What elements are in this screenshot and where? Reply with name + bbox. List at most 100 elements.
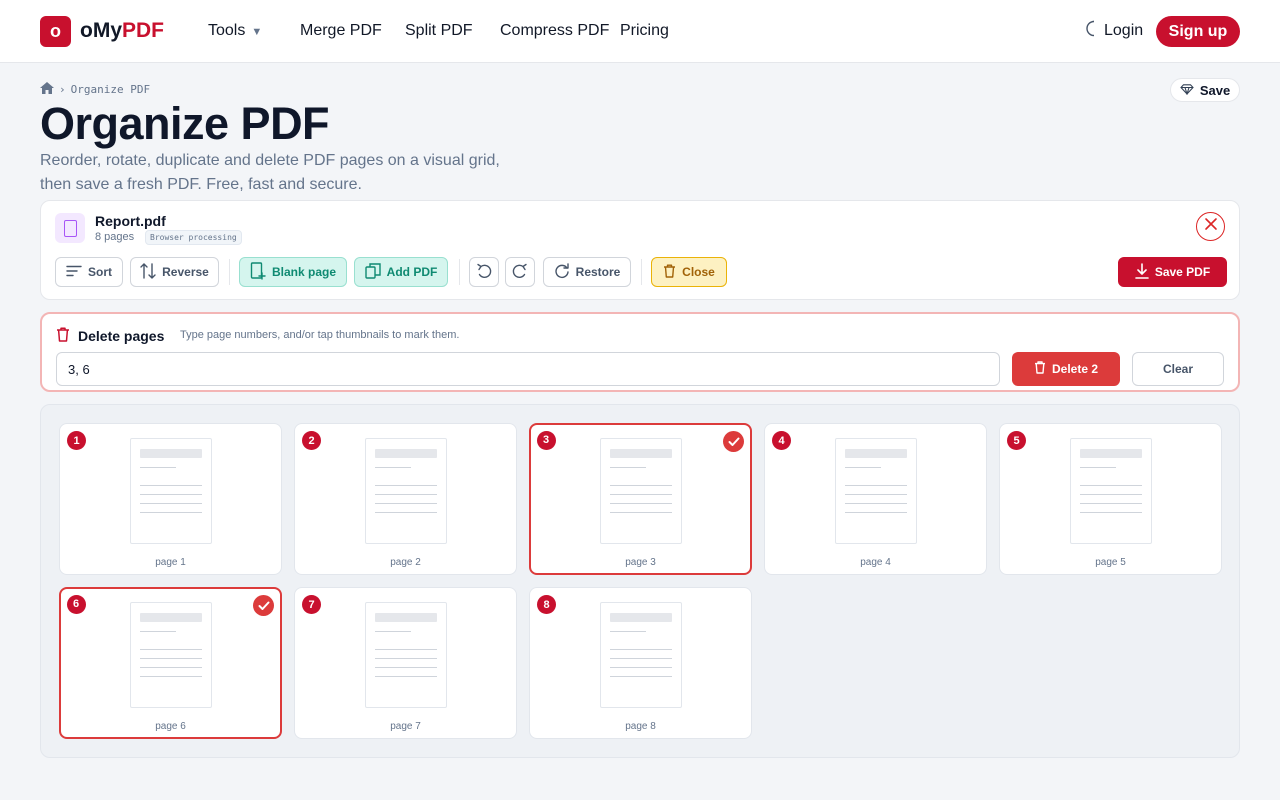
reverse-button[interactable]: Reverse <box>130 257 219 287</box>
logo-text[interactable]: oMyPDF <box>80 19 164 43</box>
page-preview <box>365 438 447 544</box>
file-page-count: 8 pages <box>95 231 135 243</box>
page-number-badge: 1 <box>67 431 86 450</box>
page-preview <box>835 438 917 544</box>
restore-button[interactable]: Restore <box>543 257 631 287</box>
page-number-badge: 5 <box>1007 431 1026 450</box>
delete-pages-panel: Delete pages Type page numbers, and/or t… <box>40 312 1240 392</box>
close-file-button[interactable] <box>1196 212 1225 241</box>
page-preview <box>1070 438 1152 544</box>
rotate-left-button[interactable] <box>469 257 499 287</box>
reverse-label: Reverse <box>162 265 209 279</box>
sort-button[interactable]: Sort <box>55 257 123 287</box>
page-label: page 4 <box>860 557 891 568</box>
moon-icon[interactable] <box>1084 20 1098 42</box>
check-icon <box>253 595 274 616</box>
page-thumbnail[interactable]: 1 page 1 <box>59 423 282 575</box>
diamond-icon <box>1180 83 1194 98</box>
download-icon <box>1135 262 1149 282</box>
home-icon[interactable] <box>40 82 54 97</box>
top-header: o oMyPDF Tools ▼ Merge PDF Split PDF Comp… <box>0 0 1280 63</box>
close-label: Close <box>682 265 715 279</box>
close-button[interactable]: Close <box>651 257 727 287</box>
page-preview <box>129 601 212 708</box>
sort-label: Sort <box>88 265 112 279</box>
nav-split-pdf[interactable]: Split PDF <box>405 22 473 40</box>
rotate-right-button[interactable] <box>505 257 535 287</box>
save-button[interactable]: Save <box>1170 78 1240 102</box>
nav-compress-pdf[interactable]: Compress PDF <box>500 22 609 40</box>
page-number-badge: 4 <box>772 431 791 450</box>
page-thumbnail[interactable]: 5 page 5 <box>999 423 1222 575</box>
delete-panel-title: Delete pages <box>56 327 164 345</box>
save-pdf-button[interactable]: Save PDF <box>1118 257 1227 287</box>
subtitle-line-2: then save a fresh PDF. Free, fast and se… <box>40 176 362 193</box>
page-preview <box>599 437 682 544</box>
logo-mark[interactable]: o <box>40 16 71 47</box>
document-icon <box>55 213 85 243</box>
trash-icon <box>1034 361 1046 377</box>
nav-pricing[interactable]: Pricing <box>620 22 669 40</box>
page-preview <box>600 602 682 708</box>
page-thumbnail[interactable]: 4 page 4 <box>764 423 987 575</box>
page-number-badge: 3 <box>536 430 556 450</box>
logo-text-prefix: oMy <box>80 19 122 42</box>
file-name: Report.pdf <box>95 213 166 229</box>
copy-icon <box>364 262 381 282</box>
page-label: page 5 <box>1095 557 1126 568</box>
breadcrumb: › Organize PDF <box>40 82 150 97</box>
page-thumbnail[interactable]: 3 page 3 <box>529 423 752 575</box>
toolbar-divider <box>459 259 460 285</box>
trash-icon <box>663 264 676 281</box>
chevron-right-icon: › <box>59 83 66 96</box>
login-link[interactable]: Login <box>1084 20 1143 42</box>
toolbar-divider <box>641 259 642 285</box>
page-label: page 1 <box>155 557 186 568</box>
page-numbers-input[interactable] <box>56 352 1000 386</box>
processing-badge: Browser processing <box>145 230 242 245</box>
delete-pages-button[interactable]: Delete 2 <box>1012 352 1120 386</box>
trash-icon <box>56 327 70 345</box>
page-thumbnail[interactable]: 7 page 7 <box>294 587 517 739</box>
close-icon <box>1204 217 1218 236</box>
nav-merge-pdf[interactable]: Merge PDF <box>300 22 382 40</box>
delete-panel-title-text: Delete pages <box>78 328 165 344</box>
page-label: page 2 <box>390 557 421 568</box>
page-label: page 7 <box>390 721 421 732</box>
nav-tools-label: Tools <box>208 22 246 39</box>
logo-text-accent: PDF <box>122 19 164 42</box>
check-icon <box>723 431 744 452</box>
blank-page-icon <box>250 261 266 283</box>
file-card: Report.pdf 8 pages Browser processing So… <box>40 200 1240 300</box>
delete-button-label: Delete 2 <box>1051 362 1099 376</box>
arrows-up-down-icon <box>140 262 156 283</box>
page-label: page 8 <box>625 721 656 732</box>
page-subtitle: Reorder, rotate, duplicate and delete PD… <box>40 149 540 197</box>
nav-tools[interactable]: Tools ▼ <box>208 22 262 40</box>
page-thumbnail[interactable]: 8 page 8 <box>529 587 752 739</box>
page-number-badge: 8 <box>537 595 556 614</box>
add-pdf-button[interactable]: Add PDF <box>354 257 448 287</box>
page-label: page 3 <box>625 556 656 568</box>
subtitle-line-1: Reorder, rotate, duplicate and delete PD… <box>40 152 500 169</box>
save-label: Save <box>1199 82 1231 98</box>
breadcrumb-current: Organize PDF <box>70 83 151 96</box>
page-thumbnail[interactable]: 6 page 6 <box>59 587 282 739</box>
page-preview <box>365 602 447 708</box>
page-number-badge: 6 <box>66 594 86 614</box>
add-pdf-label: Add PDF <box>386 265 438 279</box>
page-label: page 6 <box>155 720 186 732</box>
save-pdf-label: Save PDF <box>1154 265 1211 279</box>
restore-label: Restore <box>575 265 621 279</box>
page-title: Organize PDF <box>40 98 330 149</box>
delete-panel-hint: Type page numbers, and/or tap thumbnails… <box>180 329 460 341</box>
page-number-badge: 7 <box>302 595 321 614</box>
blank-page-label: Blank page <box>271 265 337 279</box>
blank-page-button[interactable]: Blank page <box>239 257 347 287</box>
page-number-badge: 2 <box>302 431 321 450</box>
toolbar-divider <box>229 259 230 285</box>
signup-button[interactable]: Sign up <box>1156 16 1240 47</box>
page-thumbnail[interactable]: 2 page 2 <box>294 423 517 575</box>
sort-lines-icon <box>66 265 82 280</box>
clear-button[interactable]: Clear <box>1132 352 1224 386</box>
